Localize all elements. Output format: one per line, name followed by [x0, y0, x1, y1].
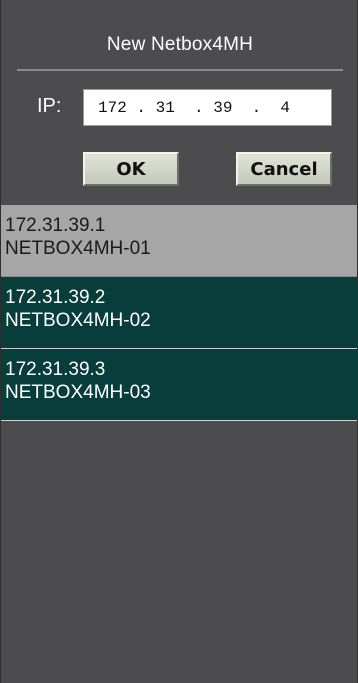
netbox-panel: New Netbox4MH IP: 172 . 31 . 39 . 4 OK C… — [0, 0, 358, 683]
ok-button[interactable]: OK — [83, 152, 179, 186]
device-name: NETBOX4MH-01 — [5, 238, 151, 259]
device-list: 172.31.39.1 NETBOX4MH-01 172.31.39.2 NET… — [1, 205, 357, 421]
device-name: NETBOX4MH-03 — [5, 382, 151, 403]
cancel-button[interactable]: Cancel — [236, 152, 332, 186]
device-list-item[interactable]: 172.31.39.3 NETBOX4MH-03 — [1, 349, 357, 421]
device-name: NETBOX4MH-02 — [5, 310, 151, 331]
device-ip: 172.31.39.1 — [5, 215, 106, 236]
device-ip: 172.31.39.3 — [5, 359, 106, 380]
device-ip: 172.31.39.2 — [5, 287, 106, 308]
device-list-item[interactable]: 172.31.39.1 NETBOX4MH-01 — [1, 205, 357, 277]
ip-label: IP: — [37, 95, 62, 117]
ip-address-input[interactable]: 172 . 31 . 39 . 4 — [83, 89, 332, 126]
title-divider — [17, 69, 343, 71]
dialog-title: New Netbox4MH — [106, 34, 254, 55]
device-list-item[interactable]: 172.31.39.2 NETBOX4MH-02 — [1, 277, 357, 349]
